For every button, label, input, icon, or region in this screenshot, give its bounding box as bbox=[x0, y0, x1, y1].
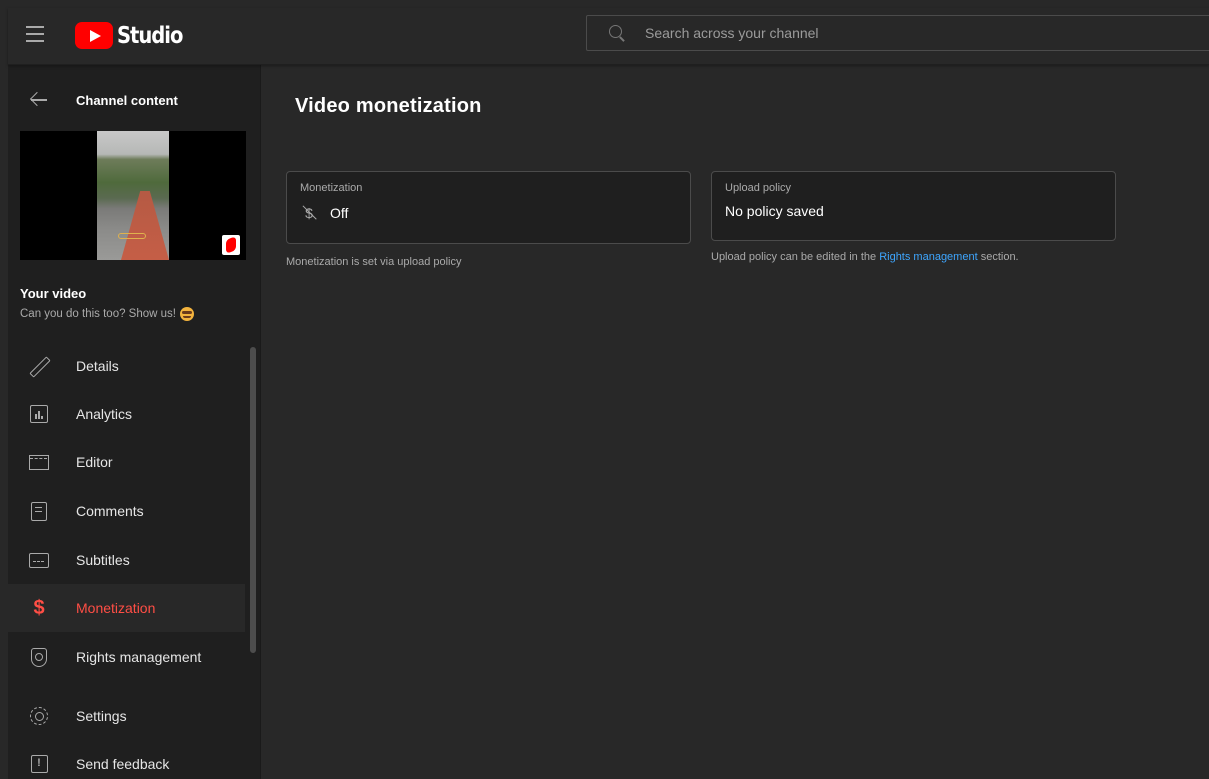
thumbnail-image bbox=[97, 131, 169, 260]
upload-policy-helper-text: Upload policy can be edited in the Right… bbox=[711, 251, 1019, 263]
editor-icon-shape bbox=[29, 454, 49, 470]
sidebar-item-subtitles[interactable]: Subtitles bbox=[8, 536, 245, 584]
subtitles-icon bbox=[28, 549, 50, 571]
comments-icon bbox=[28, 500, 50, 522]
sidebar-item-label: Settings bbox=[76, 708, 127, 724]
sidebar-item-editor[interactable]: Editor bbox=[8, 438, 245, 486]
monetization-value: Off bbox=[330, 205, 349, 221]
monetization-icon: $ bbox=[28, 597, 50, 619]
your-video-heading: Your video bbox=[20, 286, 87, 301]
studio-logo[interactable]: Studio bbox=[75, 22, 194, 49]
back-label[interactable]: Channel content bbox=[76, 93, 178, 108]
feedback-icon-shape: ! bbox=[30, 755, 48, 773]
menu-icon[interactable] bbox=[26, 26, 46, 46]
sidebar-item-settings[interactable]: Settings bbox=[8, 692, 245, 740]
thumbnail-caption bbox=[118, 233, 146, 239]
youtube-play-icon bbox=[75, 22, 113, 49]
page-title: Video monetization bbox=[295, 95, 482, 117]
shield-icon bbox=[28, 646, 50, 668]
sidebar-item-label: Analytics bbox=[76, 406, 133, 422]
sidebar: Channel content Your video Can you do th… bbox=[8, 65, 261, 779]
sidebar-item-label: Rights management bbox=[76, 649, 202, 665]
video-title: Can you do this too? Show us! bbox=[20, 308, 176, 320]
monetization-label: Monetization bbox=[300, 182, 363, 194]
sidebar-item-monetization[interactable]: $ Monetization bbox=[8, 584, 245, 632]
sidebar-item-comments[interactable]: Comments bbox=[8, 487, 245, 535]
feedback-icon: ! bbox=[28, 753, 50, 775]
sidebar-item-label: Details bbox=[76, 358, 119, 374]
subtitles-icon-shape bbox=[29, 552, 49, 568]
sidebar-item-analytics[interactable]: Analytics bbox=[8, 390, 245, 438]
search-icon[interactable] bbox=[607, 23, 627, 43]
comments-icon-shape bbox=[31, 501, 47, 521]
sidebar-item-label: Send feedback bbox=[76, 756, 170, 772]
shorts-icon bbox=[222, 235, 240, 255]
sidebar-item-label: Comments bbox=[76, 503, 144, 519]
analytics-icon-frame bbox=[30, 405, 48, 423]
logo-text: Studio bbox=[117, 22, 183, 49]
thumbnail-road bbox=[121, 191, 169, 260]
monetization-value-row: $ Off bbox=[300, 204, 348, 222]
analytics-icon bbox=[28, 403, 50, 425]
video-thumbnail[interactable] bbox=[20, 131, 246, 260]
sidebar-scrollbar[interactable] bbox=[250, 347, 256, 653]
helper-prefix: Upload policy can be edited in the bbox=[711, 251, 877, 263]
editor-icon bbox=[28, 451, 50, 473]
video-title-row: Can you do this too? Show us! bbox=[20, 307, 194, 321]
dollar-sign-glyph: $ bbox=[33, 597, 45, 619]
top-bar: Studio bbox=[8, 8, 1209, 65]
sidebar-item-label: Subtitles bbox=[76, 552, 130, 568]
monetization-helper-text: Monetization is set via upload policy bbox=[286, 256, 462, 268]
shield-icon-shape bbox=[31, 647, 47, 667]
star-struck-emoji-icon bbox=[180, 307, 194, 321]
back-to-channel-content[interactable]: Channel content bbox=[8, 89, 261, 111]
studio-window: Studio Channel content Your video Can yo… bbox=[8, 8, 1209, 779]
back-arrow-icon[interactable] bbox=[30, 91, 48, 109]
rights-management-link[interactable]: Rights management bbox=[879, 251, 977, 263]
sidebar-item-send-feedback[interactable]: ! Send feedback bbox=[8, 740, 245, 779]
sidebar-item-rights-management[interactable]: Rights management bbox=[8, 633, 245, 681]
search-input[interactable] bbox=[645, 25, 1145, 41]
helper-suffix: section. bbox=[980, 251, 1019, 263]
monetization-off-icon: $ bbox=[300, 204, 318, 222]
sidebar-item-label: Editor bbox=[76, 454, 113, 470]
sidebar-item-details[interactable]: Details bbox=[8, 342, 245, 390]
gear-icon bbox=[28, 705, 50, 727]
upload-policy-value: No policy saved bbox=[725, 203, 824, 219]
monetization-card: Monetization $ Off bbox=[286, 171, 691, 244]
search-bar[interactable] bbox=[586, 15, 1209, 51]
gear-icon-shape bbox=[30, 707, 48, 725]
main-content: Video monetization Monetization $ Off Mo… bbox=[262, 65, 1209, 779]
upload-policy-label: Upload policy bbox=[725, 182, 792, 194]
sidebar-item-label: Monetization bbox=[76, 600, 156, 616]
pencil-icon bbox=[28, 355, 50, 377]
upload-policy-card: Upload policy No policy saved bbox=[711, 171, 1116, 241]
